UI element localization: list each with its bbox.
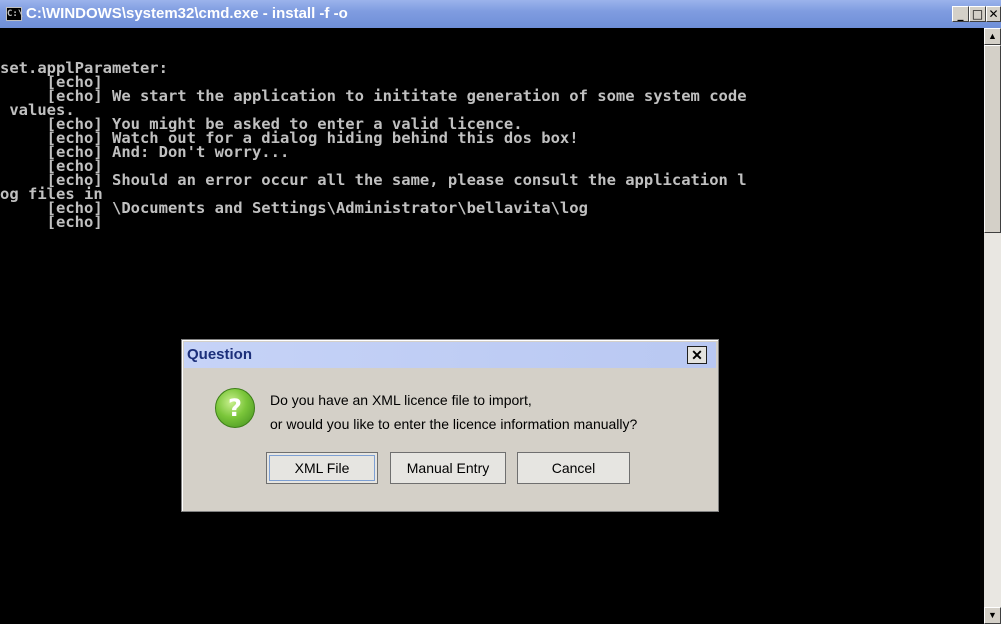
manual-entry-button-label: Manual Entry [406, 460, 490, 476]
close-button[interactable]: ✕ [986, 6, 1001, 22]
cmd-icon[interactable]: C:\ [6, 7, 23, 21]
dialog-message-line-2: or would you like to enter the licence i… [270, 416, 638, 432]
dialog-title: Question [187, 346, 253, 363]
xml-file-button[interactable]: XML File [266, 452, 378, 484]
vertical-scrollbar[interactable]: ▲ ▼ [984, 28, 1001, 624]
console-output[interactable]: set.applParameter: [echo] [echo] We star… [0, 28, 984, 624]
console-titlebar[interactable]: C:\ C:\WINDOWS\system32\cmd.exe - instal… [0, 0, 1001, 28]
scroll-thumb[interactable] [984, 45, 1001, 233]
console-line: [echo] Should an error occur all the sam… [0, 171, 747, 189]
focus-rectangle [269, 455, 375, 481]
scroll-up-button[interactable]: ▲ [984, 28, 1001, 45]
manual-entry-button[interactable]: Manual Entry [390, 452, 506, 484]
window-title: C:\WINDOWS\system32\cmd.exe - install -f… [26, 5, 348, 22]
console-line: [echo] [0, 213, 103, 231]
cancel-button-label: Cancel [551, 460, 596, 476]
minimize-button[interactable]: _ [952, 6, 969, 22]
scroll-down-button[interactable]: ▼ [984, 607, 1001, 624]
console-line: [echo] We start the application to initi… [0, 87, 747, 105]
dialog-titlebar[interactable]: Question ✕ [184, 342, 716, 368]
dialog-close-button[interactable]: ✕ [687, 346, 707, 364]
maximize-button[interactable]: □ [969, 6, 986, 22]
question-icon: ? [215, 388, 255, 428]
cancel-button[interactable]: Cancel [517, 452, 630, 484]
dialog-message-line-1: Do you have an XML licence file to impor… [270, 392, 532, 408]
